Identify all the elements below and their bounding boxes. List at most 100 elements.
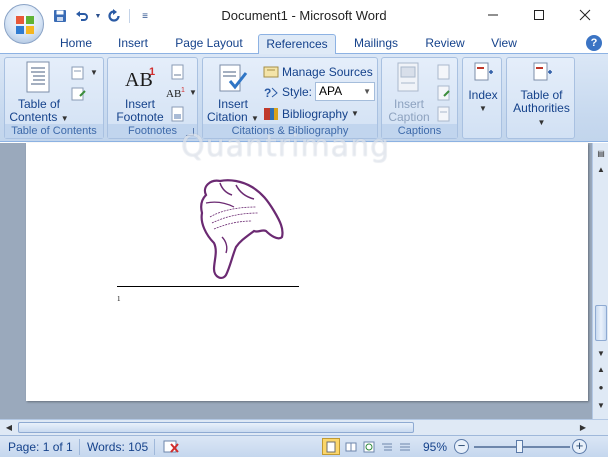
cross-reference-button[interactable] xyxy=(436,104,452,123)
zoom-level[interactable]: 95% xyxy=(423,439,447,455)
style-control: ? Style: APA ▼ xyxy=(263,82,376,101)
insert-caption-button[interactable]: Insert Caption xyxy=(385,61,433,124)
tab-insert[interactable]: Insert xyxy=(109,34,157,54)
bibliography-button[interactable]: Bibliography ▼ xyxy=(263,104,359,123)
add-text-button[interactable]: ▼ xyxy=(71,63,98,82)
insert-citation-button[interactable]: Insert Citation ▼ xyxy=(207,61,259,125)
status-bar: Page: 1 of 1 Words: 105 95% − + xyxy=(0,435,608,457)
word-count[interactable]: Words: 105 xyxy=(87,439,148,455)
minimize-icon[interactable] xyxy=(470,0,516,30)
tab-references[interactable]: References xyxy=(258,34,336,55)
style-value: APA xyxy=(319,84,343,98)
manage-sources-button[interactable]: Manage Sources xyxy=(263,62,373,81)
dropdown-arrow-icon: ▼ xyxy=(537,118,546,127)
full-screen-reading-view-icon[interactable] xyxy=(342,438,360,455)
insert-index-icon xyxy=(474,62,493,81)
title-bar: ▼ ≡ Document1 - Microsoft Word xyxy=(0,0,608,32)
bibliography-icon xyxy=(264,107,278,120)
next-footnote-icon: AB 1 xyxy=(166,87,185,100)
style-label: Style: xyxy=(282,84,313,99)
update-table-button[interactable] xyxy=(71,84,87,103)
outline-view-icon[interactable] xyxy=(378,438,396,455)
tab-home[interactable]: Home xyxy=(52,34,100,54)
group-citations-bibliography: Insert Citation ▼ Manage Sources ? Style… xyxy=(202,57,378,139)
dropdown-arrow-icon: ▼ xyxy=(479,104,487,113)
ribbon-tabs: Home Insert Page Layout References Maili… xyxy=(0,32,608,55)
group-label-captions: Captions xyxy=(382,124,457,138)
svg-text:?: ? xyxy=(264,86,271,99)
horizontal-scroll-thumb[interactable] xyxy=(18,422,414,433)
insert-table-of-figures-icon xyxy=(437,64,450,79)
print-layout-view-icon[interactable] xyxy=(322,438,340,455)
add-text-icon xyxy=(71,66,84,79)
footnote-separator xyxy=(117,286,299,287)
document-area: 1 Quantrimang xyxy=(0,129,592,419)
dropdown-arrow-icon: ▼ xyxy=(251,114,259,123)
table-of-authorities-label-2: Authorities xyxy=(513,101,570,115)
hand-pointer-icon xyxy=(200,179,284,279)
dropdown-arrow-icon: ▼ xyxy=(189,88,197,97)
vertical-scroll-thumb[interactable] xyxy=(595,305,607,341)
bibliography-label: Bibliography xyxy=(282,106,349,121)
index-button[interactable]: Index ▼ xyxy=(465,61,501,115)
insert-table-of-authorities-icon xyxy=(533,62,552,81)
manage-sources-label: Manage Sources xyxy=(282,64,373,79)
document-page[interactable]: 1 xyxy=(26,143,588,401)
style-icon: ? xyxy=(264,86,278,99)
scroll-down-icon[interactable]: ▼ xyxy=(594,347,608,361)
tab-view[interactable]: View xyxy=(484,34,524,54)
group-label-table-of-contents: Table of Contents xyxy=(5,124,103,138)
next-page-icon[interactable]: ▼ xyxy=(594,399,608,413)
ruler-toggle-icon[interactable]: ▤ xyxy=(594,147,608,161)
dropdown-arrow-icon: ▼ xyxy=(351,109,359,118)
scroll-up-icon[interactable]: ▲ xyxy=(594,163,608,177)
select-browse-object-icon[interactable]: ● xyxy=(594,381,608,395)
update-table-of-figures-button[interactable] xyxy=(436,83,452,102)
help-icon[interactable]: ? xyxy=(586,35,602,51)
web-layout-view-icon[interactable] xyxy=(360,438,378,455)
insert-footnote-label-2: Footnote xyxy=(116,110,164,124)
table-of-contents-label-2: Contents xyxy=(9,110,58,124)
style-dropdown[interactable]: APA ▼ xyxy=(315,82,376,101)
insert-endnote-button[interactable] xyxy=(170,62,186,81)
insert-caption-label-2: Caption xyxy=(388,110,430,124)
tab-review[interactable]: Review xyxy=(416,34,474,54)
group-table-of-contents: Table of Contents ▼ ▼ Table of Contents xyxy=(4,57,104,139)
table-of-contents-icon xyxy=(26,61,50,93)
show-notes-icon xyxy=(171,106,184,121)
footnote-number: 1 xyxy=(117,295,121,303)
tab-page-layout[interactable]: Page Layout xyxy=(167,34,251,54)
close-icon[interactable] xyxy=(562,0,608,30)
insert-table-of-figures-button[interactable] xyxy=(436,62,452,81)
insert-footnote-icon: AB 1 xyxy=(125,66,155,91)
group-footnotes: AB 1 Insert Footnote AB 1 ▼ Footnotes xyxy=(107,57,198,139)
svg-text:AB: AB xyxy=(166,88,181,100)
insert-citation-icon xyxy=(219,64,248,92)
office-button[interactable] xyxy=(4,4,44,44)
svg-text:1: 1 xyxy=(181,87,185,94)
vertical-scrollbar[interactable]: ▤ ▲ ▼ ▲ ● ▼ xyxy=(592,143,608,419)
zoom-out-icon[interactable]: − xyxy=(454,439,469,454)
zoom-in-icon[interactable]: + xyxy=(572,439,587,454)
show-notes-button[interactable] xyxy=(170,104,186,123)
office-logo-icon xyxy=(16,16,34,34)
insert-footnote-button[interactable]: AB 1 Insert Footnote xyxy=(112,61,168,124)
maximize-icon[interactable] xyxy=(516,0,562,30)
tab-mailings[interactable]: Mailings xyxy=(346,34,406,54)
group-captions: Insert Caption Captions xyxy=(381,57,458,139)
draft-view-icon[interactable] xyxy=(396,438,414,455)
table-of-contents-button[interactable]: Table of Contents ▼ xyxy=(9,61,69,125)
svg-text:1: 1 xyxy=(149,66,155,78)
previous-page-icon[interactable]: ▲ xyxy=(594,363,608,377)
cross-reference-icon xyxy=(437,106,450,121)
status-separator xyxy=(154,439,155,455)
index-label: Index xyxy=(468,88,498,102)
table-of-authorities-button[interactable]: Table of Authorities ▼ xyxy=(509,61,574,129)
scroll-right-icon[interactable]: ▶ xyxy=(576,421,590,435)
page-count[interactable]: Page: 1 of 1 xyxy=(8,439,73,455)
horizontal-scrollbar[interactable]: ◀ ▶ xyxy=(0,419,608,435)
scroll-left-icon[interactable]: ◀ xyxy=(2,421,16,435)
proofing-icon[interactable] xyxy=(162,439,180,455)
zoom-slider-thumb[interactable] xyxy=(515,440,523,453)
next-footnote-button[interactable]: AB 1 ▼ xyxy=(166,83,197,102)
